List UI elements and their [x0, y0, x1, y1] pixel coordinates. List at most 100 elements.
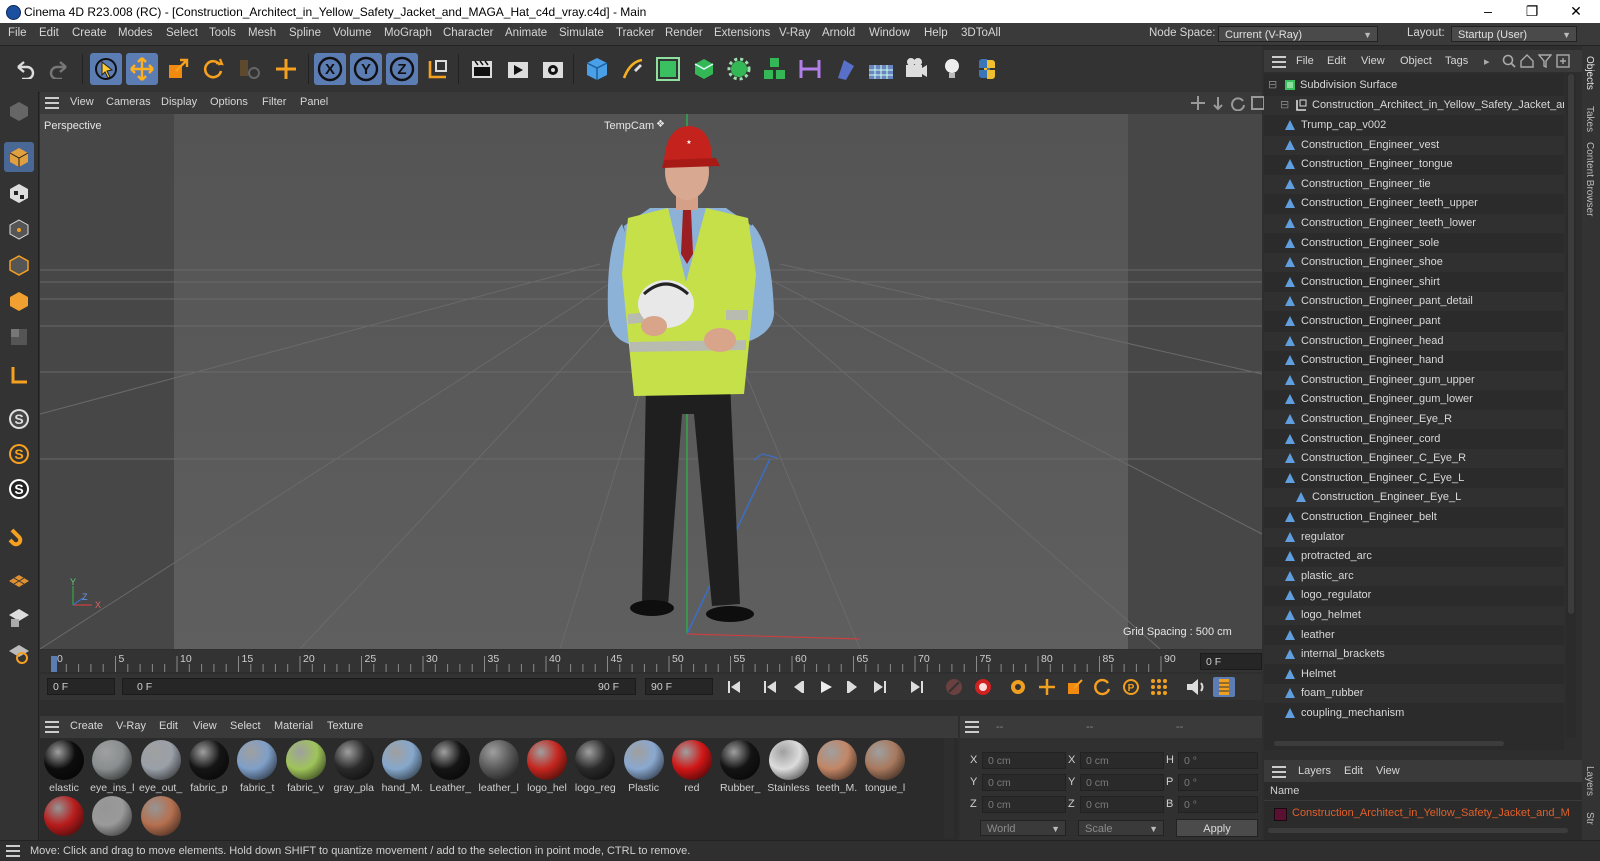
next-key-button[interactable] — [869, 677, 891, 697]
material-swatch[interactable]: fabric_t — [234, 738, 280, 794]
sound-button[interactable] — [1185, 677, 1207, 697]
layers-menu-layers[interactable]: Layers — [1298, 765, 1331, 777]
render-to-picture-viewer-button[interactable] — [502, 53, 534, 85]
tab-takes[interactable]: Takes — [1584, 106, 1595, 132]
model-mode-button[interactable] — [4, 142, 34, 172]
material-menu-material[interactable]: Material — [274, 720, 313, 732]
layers-menu-view[interactable]: View — [1376, 765, 1400, 777]
tree-item[interactable]: Construction_Engineer_cord — [1264, 430, 1564, 449]
tree-item[interactable]: Trump_cap_v002 — [1264, 116, 1564, 135]
material-swatch[interactable]: gray_pla — [331, 738, 377, 794]
material-menu-vray[interactable]: V-Ray — [116, 720, 146, 732]
play-button[interactable] — [815, 677, 837, 697]
restore-icon[interactable]: ❐ — [1510, 2, 1554, 21]
material-scrollbar[interactable] — [944, 738, 954, 838]
material-menu-view[interactable]: View — [193, 720, 217, 732]
search-icon[interactable] — [1502, 54, 1516, 71]
menu-render[interactable]: Render — [665, 27, 703, 39]
objects-menu-view[interactable]: View — [1361, 55, 1385, 67]
menu-arnold[interactable]: Arnold — [822, 27, 855, 39]
live-selection-button[interactable] — [90, 53, 122, 85]
menu-character[interactable]: Character — [443, 27, 494, 39]
filter-icon[interactable] — [1537, 54, 1553, 71]
tree-item[interactable]: logo_helmet — [1264, 606, 1564, 625]
new-window-icon[interactable] — [1556, 54, 1570, 71]
size-x-field[interactable]: 0 cm — [1080, 752, 1164, 769]
record-disabled-button[interactable] — [943, 677, 965, 697]
layout-dropdown[interactable]: Startup (User) ▼ — [1451, 26, 1577, 42]
tree-item[interactable]: Construction_Engineer_teeth_upper — [1264, 194, 1564, 213]
viewport-rotate-icon[interactable] — [1230, 95, 1246, 114]
position-y-field[interactable]: 0 cm — [982, 774, 1066, 791]
material-swatch[interactable]: elastic — [41, 738, 87, 794]
tree-item[interactable]: internal_brackets — [1264, 645, 1564, 665]
home-icon[interactable] — [1520, 54, 1534, 71]
move-tool-button[interactable] — [126, 53, 158, 85]
material-swatch[interactable]: eye_ins_l — [89, 738, 135, 794]
tree-item[interactable]: foam_rubber — [1264, 684, 1564, 704]
minimize-icon[interactable]: – — [1466, 2, 1510, 21]
floor-button[interactable] — [865, 53, 897, 85]
hamburger-icon[interactable] — [1272, 56, 1286, 71]
extrude-button[interactable] — [688, 53, 720, 85]
light-button[interactable] — [936, 53, 968, 85]
coordinate-system-dropdown[interactable]: World ▼ — [980, 820, 1066, 836]
rotation-h-field[interactable]: 0 ° — [1178, 752, 1258, 769]
menu-animate[interactable]: Animate — [505, 27, 547, 39]
menu-vray[interactable]: V-Ray — [779, 27, 810, 39]
material-swatch[interactable] — [138, 794, 184, 836]
material-swatch[interactable] — [41, 794, 87, 836]
tree-item[interactable]: leather — [1264, 626, 1564, 645]
snap-s3-button[interactable]: S — [4, 474, 34, 504]
key-position-button[interactable] — [1036, 677, 1058, 697]
tab-layers[interactable]: Layers — [1584, 766, 1595, 796]
menu-help[interactable]: Help — [924, 27, 948, 39]
texture-mode-button[interactable] — [4, 178, 34, 208]
recent-tools-button[interactable] — [233, 53, 265, 85]
tree-item[interactable]: Construction_Engineer_sole — [1264, 234, 1564, 253]
close-icon[interactable]: ✕ — [1554, 2, 1598, 21]
hamburger-icon[interactable] — [45, 721, 59, 736]
go-to-end-button[interactable] — [906, 677, 928, 697]
status-hamburger-icon[interactable] — [6, 845, 20, 860]
object-tree-scrollbar[interactable] — [1566, 74, 1576, 738]
material-swatch[interactable]: leather_l — [476, 738, 522, 794]
tab-structure[interactable]: Str — [1584, 812, 1595, 825]
layers-menu-edit[interactable]: Edit — [1344, 765, 1363, 777]
tree-item[interactable]: Construction_Engineer_tie — [1264, 174, 1564, 194]
objects-menu-object[interactable]: Object — [1400, 55, 1432, 67]
key-parameter-button[interactable]: P — [1120, 677, 1142, 697]
apply-button[interactable]: Apply — [1176, 819, 1258, 837]
material-swatch[interactable]: fabric_p — [186, 738, 232, 794]
solo-button[interactable] — [4, 638, 34, 668]
keyframe-selection-button[interactable] — [1007, 677, 1029, 697]
menu-volume[interactable]: Volume — [333, 27, 371, 39]
render-view-button[interactable] — [466, 53, 498, 85]
menu-select[interactable]: Select — [166, 27, 198, 39]
rotation-b-field[interactable]: 0 ° — [1178, 796, 1258, 813]
tree-item[interactable]: Construction_Engineer_pant — [1264, 312, 1564, 331]
menu-mesh[interactable]: Mesh — [248, 27, 276, 39]
snap-s2-button[interactable]: S — [4, 439, 34, 469]
end-frame-field[interactable]: 90 F — [645, 678, 713, 695]
snap-s1-button[interactable]: S — [4, 404, 34, 434]
viewport-dolly-icon[interactable] — [1210, 95, 1226, 114]
material-swatch[interactable]: fabric_v — [283, 738, 329, 794]
menu-modes[interactable]: Modes — [118, 27, 153, 39]
viewport-menu-options[interactable]: Options — [210, 96, 248, 108]
menu-simulate[interactable]: Simulate — [559, 27, 604, 39]
uv-mode-button[interactable] — [4, 322, 34, 352]
rotate-tool-button[interactable] — [197, 53, 229, 85]
render-settings-button[interactable] — [537, 53, 569, 85]
tree-item[interactable]: regulator — [1264, 527, 1564, 547]
key-scale-button[interactable] — [1064, 677, 1086, 697]
viewport-menu-display[interactable]: Display — [161, 96, 197, 108]
tree-item[interactable]: Construction_Engineer_gum_lower — [1264, 390, 1564, 409]
perspective-viewport[interactable]: ★ Perspective TempCam ❖ Grid Spacing : 5… — [40, 114, 1262, 649]
viewport-menu-filter[interactable]: Filter — [262, 96, 286, 108]
layer-hscrollbar[interactable] — [1268, 828, 1568, 833]
key-pla-button[interactable] — [1148, 677, 1170, 697]
material-swatch[interactable]: Leather_ — [427, 738, 473, 794]
menu-3dtoall[interactable]: 3DToAll — [961, 27, 1001, 39]
edges-mode-button[interactable] — [4, 250, 34, 280]
